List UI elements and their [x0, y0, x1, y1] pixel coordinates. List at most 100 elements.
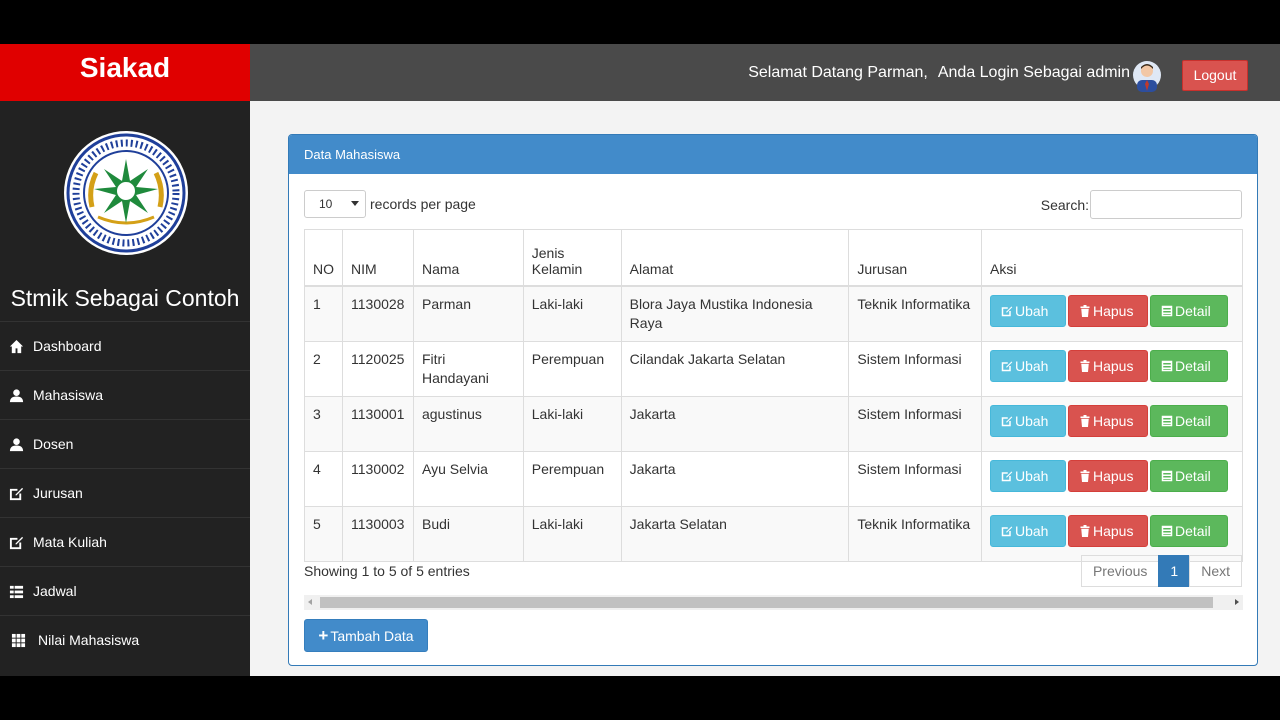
hapus-button[interactable]: Hapus: [1067, 459, 1148, 492]
sidebar-item-mata-kuliah[interactable]: Mata Kuliah: [0, 517, 250, 566]
column-header-no[interactable]: NO: [304, 229, 343, 287]
sidebar-item-mahasiswa[interactable]: Mahasiswa: [0, 370, 250, 419]
cell-nama: Parman: [412, 285, 524, 342]
sidebar-item-dosen[interactable]: Dosen: [0, 419, 250, 468]
plus-icon: +: [318, 626, 329, 645]
trash-icon: [1080, 359, 1090, 372]
detail-label: Detail: [1174, 357, 1211, 374]
cell-nim: 1130003: [342, 505, 414, 562]
cell-no: 2: [304, 340, 343, 397]
ubah-button[interactable]: Ubah: [989, 349, 1066, 382]
cell-nama: Fitri Handayani: [412, 340, 524, 397]
list-icon: [1161, 525, 1173, 536]
hapus-button[interactable]: Hapus: [1067, 514, 1148, 547]
cell-nim: 1130028: [342, 285, 414, 342]
column-header-jenis-kelamin[interactable]: Jenis Kelamin: [522, 229, 622, 287]
detail-button[interactable]: Detail: [1149, 294, 1228, 327]
cell-nama: agustinus: [412, 395, 524, 452]
cell-alamat: Blora Jaya Mustika Indonesia Raya: [620, 285, 850, 342]
brand-logo-text[interactable]: Siakad: [0, 44, 250, 101]
cell-alamat: Cilandak Jakarta Selatan: [620, 340, 850, 397]
sidebar-item-jadwal[interactable]: Jadwal: [0, 566, 250, 615]
search-input[interactable]: [1090, 190, 1242, 219]
ubah-label: Ubah: [1014, 522, 1049, 539]
cell-jenis-kelamin: Perempuan: [522, 450, 622, 507]
stmik-logo-icon: [64, 131, 188, 255]
list-icon: [1161, 470, 1173, 481]
horizontal-scrollbar[interactable]: [304, 595, 1243, 610]
sidebar: Stmik Sebagai Contoh Dashboard Mahasiswa…: [0, 101, 250, 676]
detail-button[interactable]: Detail: [1149, 514, 1228, 547]
grid-icon: [11, 633, 26, 647]
detail-label: Detail: [1174, 412, 1211, 429]
table-info: Showing 1 to 5 of 5 entries: [304, 563, 470, 579]
edit-icon: [9, 487, 24, 500]
logout-button[interactable]: Logout: [1182, 60, 1248, 91]
cell-jurusan: Sistem Informasi: [848, 340, 982, 397]
next-page-button[interactable]: Next: [1189, 555, 1242, 587]
ubah-button[interactable]: Ubah: [989, 514, 1066, 547]
welcome-text: Selamat Datang Parman,: [748, 64, 928, 81]
ubah-button[interactable]: Ubah: [989, 294, 1066, 327]
scroll-left-arrow-icon[interactable]: [308, 599, 312, 605]
detail-button[interactable]: Detail: [1149, 404, 1228, 437]
records-per-page-value: 10: [319, 197, 333, 211]
role-text: Anda Login Sebagai admin: [937, 64, 1130, 81]
table-header-row: NO NIM Nama Jenis Kelamin Alamat Jurusan…: [304, 229, 1244, 287]
tambah-data-label: Tambah Data: [330, 628, 414, 644]
edit-icon: [1001, 306, 1013, 316]
sidebar-menu: Dashboard Mahasiswa Dosen Jurusan Mata K…: [0, 321, 250, 664]
edit-icon: [1001, 526, 1013, 536]
cell-jurusan: Teknik Informatika: [848, 505, 982, 562]
ubah-button[interactable]: Ubah: [989, 404, 1066, 437]
ubah-button[interactable]: Ubah: [989, 459, 1066, 492]
cell-alamat: Jakarta Selatan: [620, 505, 850, 562]
column-header-nim[interactable]: NIM: [342, 229, 414, 287]
user-icon: [9, 388, 24, 402]
mahasiswa-table: NO NIM Nama Jenis Kelamin Alamat Jurusan…: [304, 229, 1244, 562]
cell-no: 1: [304, 285, 343, 342]
trash-icon: [1080, 524, 1090, 537]
cell-aksi: Ubah Hapus Detail: [980, 285, 1244, 342]
cell-nim: 1130002: [342, 450, 414, 507]
sidebar-item-jurusan[interactable]: Jurusan: [0, 468, 250, 517]
table-row: 5 1130003 Budi Laki-laki Jakarta Selatan Tekn…: [304, 505, 1244, 562]
column-header-nama[interactable]: Nama: [412, 229, 524, 287]
records-per-page: 10 records per page: [304, 190, 476, 218]
hapus-button[interactable]: Hapus: [1067, 404, 1148, 437]
home-icon: [9, 339, 24, 353]
sidebar-item-nilai-mahasiswa[interactable]: Nilai Mahasiswa: [0, 615, 250, 664]
trash-icon: [1080, 469, 1090, 482]
top-navbar: Selamat Datang Parman, Anda Login Sebagai…: [250, 44, 1280, 101]
column-header-jurusan[interactable]: Jurusan: [848, 229, 982, 287]
cell-jenis-kelamin: Perempuan: [522, 340, 622, 397]
scrollbar-thumb[interactable]: [320, 597, 1213, 608]
cell-nama: Budi: [412, 505, 524, 562]
cell-aksi: Ubah Hapus Detail: [980, 505, 1244, 562]
column-header-alamat[interactable]: Alamat: [620, 229, 850, 287]
sidebar-item-dashboard[interactable]: Dashboard: [0, 321, 250, 370]
detail-button[interactable]: Detail: [1149, 349, 1228, 382]
previous-page-button[interactable]: Previous: [1080, 555, 1160, 587]
hapus-button[interactable]: Hapus: [1067, 349, 1148, 382]
cell-no: 3: [304, 395, 343, 452]
column-header-aksi[interactable]: Aksi: [980, 229, 1244, 287]
page-1-button[interactable]: 1: [1158, 555, 1191, 587]
cell-jenis-kelamin: Laki-laki: [522, 505, 622, 562]
detail-button[interactable]: Detail: [1149, 459, 1228, 492]
sidebar-item-label: Dashboard: [33, 338, 102, 354]
cell-aksi: Ubah Hapus Detail: [980, 340, 1244, 397]
chevron-down-icon: [351, 201, 359, 206]
tambah-data-button[interactable]: + Tambah Data: [304, 619, 428, 652]
sidebar-item-label: Mahasiswa: [33, 387, 104, 403]
records-per-page-select[interactable]: 10: [304, 190, 366, 218]
user-avatar-icon: [1133, 61, 1161, 92]
ubah-label: Ubah: [1014, 412, 1049, 429]
cell-aksi: Ubah Hapus Detail: [980, 450, 1244, 507]
sidebar-item-label: Mata Kuliah: [33, 534, 107, 550]
cell-alamat: Jakarta: [620, 395, 850, 452]
list-icon: [1161, 360, 1173, 371]
hapus-button[interactable]: Hapus: [1067, 294, 1148, 327]
scroll-right-arrow-icon[interactable]: [1235, 599, 1239, 605]
pagination: Previous 1 Next: [1080, 555, 1242, 587]
